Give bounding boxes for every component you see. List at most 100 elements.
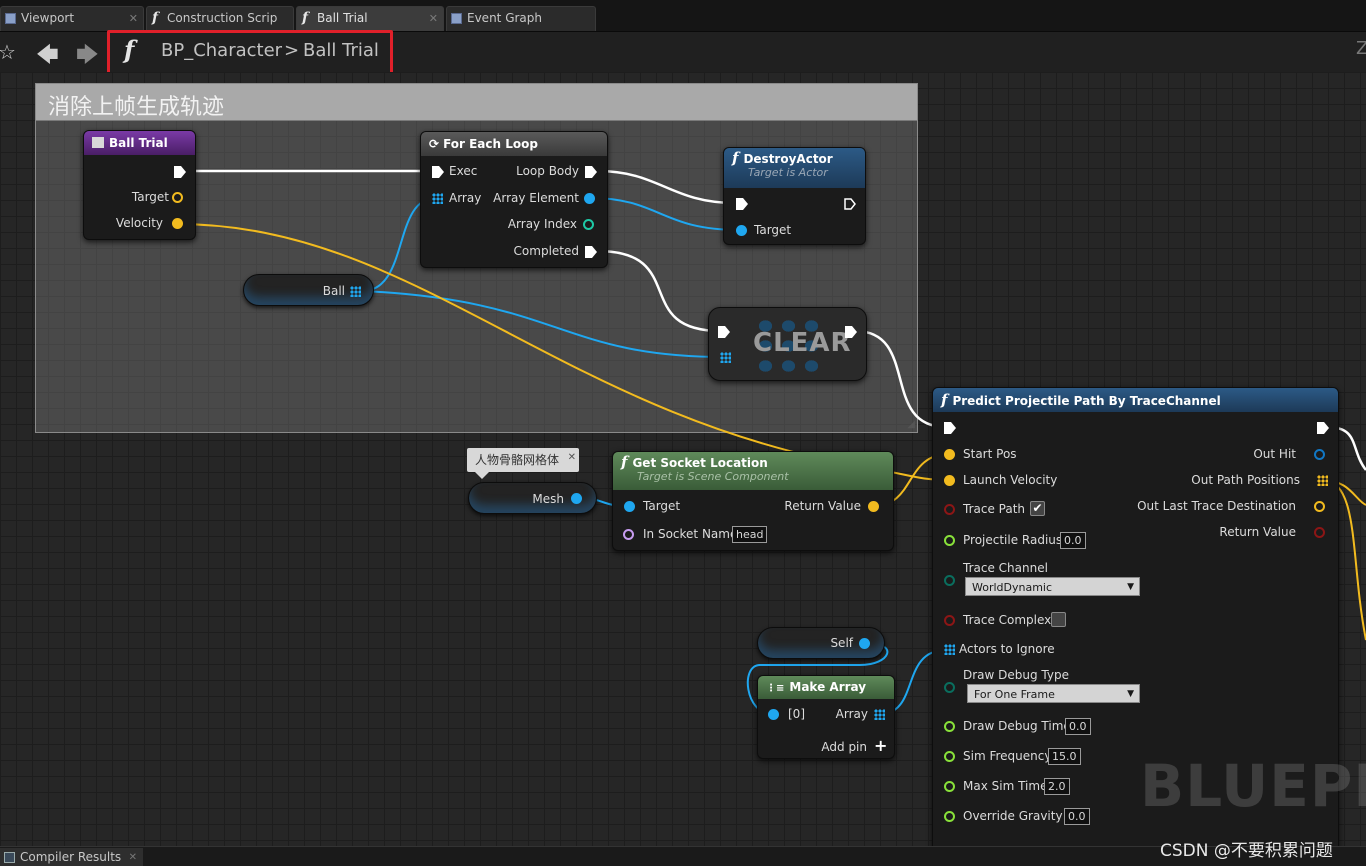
pin-max-sim-time[interactable] — [944, 781, 955, 792]
pin-label-completed: Completed — [513, 244, 579, 258]
draw-debug-type-dropdown[interactable]: For One Frame ▼ — [967, 684, 1140, 703]
sim-frequency-input[interactable]: 15.0 — [1048, 748, 1081, 765]
close-icon[interactable]: ✕ — [129, 7, 138, 30]
node-header[interactable]: ⟳ For Each Loop — [421, 132, 607, 156]
socket-name-input[interactable]: head — [732, 526, 768, 543]
pin-trace-path[interactable] — [944, 504, 955, 515]
exec-completed-pin[interactable] — [585, 246, 597, 258]
node-clear-array[interactable]: CLEAR — [708, 307, 867, 381]
pin-array-element[interactable] — [584, 193, 595, 204]
tab-ball-trial[interactable]: f Ball Trial ✕ — [296, 6, 444, 31]
pin-array-input[interactable] — [432, 193, 443, 204]
pin-return-value[interactable] — [868, 501, 879, 512]
tab-compiler-results[interactable]: Compiler Results ✕ — [0, 848, 143, 866]
node-subtitle: Target is Actor — [748, 166, 828, 179]
pin-target-array[interactable] — [720, 352, 731, 363]
close-icon[interactable]: ✕ — [129, 848, 137, 866]
node-destroy-actor[interactable]: f DestroyActor Target is Actor Target — [723, 147, 866, 245]
exec-input-pin[interactable] — [718, 326, 730, 338]
tab-viewport[interactable]: Viewport ✕ — [0, 6, 144, 31]
pin-target[interactable] — [624, 501, 635, 512]
tab-label: Viewport — [21, 11, 75, 25]
trace-path-checkbox[interactable]: ✔ — [1030, 501, 1045, 516]
add-pin-label[interactable]: Add pin — [821, 740, 867, 754]
pin-in-socket-name[interactable] — [623, 529, 634, 540]
pin-draw-debug-type[interactable] — [944, 682, 955, 693]
document-tab-bar: Viewport ✕ f Construction Scrip f Ball T… — [0, 0, 1366, 32]
draw-debug-time-input[interactable]: 0.0 — [1065, 718, 1091, 735]
pin-array-index[interactable] — [583, 219, 594, 230]
node-make-array[interactable]: ⋮≡ Make Array [0] Array Add pin + — [757, 675, 895, 759]
breadcrumb-function[interactable]: Ball Trial — [303, 40, 379, 61]
pin-label-trace-complex: Trace Complex — [963, 613, 1052, 627]
pin-sim-frequency[interactable] — [944, 751, 955, 762]
exec-input-pin[interactable] — [432, 166, 444, 178]
exec-input-pin[interactable] — [944, 422, 956, 434]
node-ball-trial-entry[interactable]: Ball Trial Target Velocity — [83, 130, 196, 240]
forward-arrow-icon[interactable]: 🡆 — [76, 38, 99, 76]
tab-label: Construction Scrip — [167, 11, 278, 25]
pin-target[interactable] — [172, 192, 183, 203]
resize-handle-icon[interactable]: ◢ — [907, 419, 915, 430]
close-icon[interactable]: ✕ — [429, 7, 438, 30]
node-header[interactable]: f DestroyActor Target is Actor — [724, 148, 865, 188]
pin-target[interactable] — [736, 225, 747, 236]
comment-header[interactable]: 消除上帧生成轨迹 — [36, 84, 917, 121]
pin-velocity[interactable] — [172, 218, 183, 229]
pin-label-projectile-radius: Projectile Radius — [963, 533, 1063, 547]
pin-label-sim-frequency: Sim Frequency — [963, 749, 1052, 763]
pin-trace-channel[interactable] — [944, 575, 955, 586]
pin-override-gravity-z[interactable] — [944, 811, 955, 822]
exec-input-pin[interactable] — [736, 198, 748, 210]
add-pin-icon[interactable]: + — [874, 736, 887, 755]
node-get-socket-location[interactable]: f Get Socket Location Target is Scene Com… — [612, 451, 894, 551]
pin-item-0[interactable] — [768, 709, 779, 720]
exec-output-pin[interactable] — [844, 198, 856, 210]
exec-output-pin[interactable] — [174, 166, 186, 178]
node-header[interactable]: Ball Trial — [84, 131, 195, 155]
pin-trace-complex[interactable] — [944, 615, 955, 626]
trace-channel-dropdown[interactable]: WorldDynamic ▼ — [965, 577, 1140, 596]
pin-out-last-trace-destination[interactable] — [1314, 501, 1325, 512]
pin-actors-to-ignore[interactable] — [944, 644, 955, 655]
back-arrow-icon[interactable]: 🡄 — [36, 38, 59, 76]
tab-construction-script[interactable]: f Construction Scrip — [146, 6, 294, 31]
function-entry-icon — [92, 137, 104, 148]
close-icon[interactable]: ✕ — [568, 446, 576, 470]
node-title: Ball Trial — [109, 136, 168, 150]
node-self-reference[interactable]: Self — [757, 627, 885, 659]
max-sim-time-input[interactable]: 2.0 — [1044, 778, 1070, 795]
pin-array-output[interactable] — [874, 709, 885, 720]
node-mesh-variable[interactable]: Mesh — [468, 482, 597, 514]
pin-label-exec: Exec — [449, 164, 478, 178]
favorite-star-icon[interactable]: ☆ — [0, 40, 16, 64]
tab-event-graph[interactable]: Event Graph — [446, 6, 596, 31]
tab-label: Ball Trial — [317, 11, 368, 25]
override-gravity-z-input[interactable]: 0.0 — [1064, 808, 1090, 825]
node-header[interactable]: ⋮≡ Make Array — [758, 676, 894, 699]
pin-draw-debug-time[interactable] — [944, 721, 955, 732]
exec-output-pin[interactable] — [1317, 422, 1329, 434]
pin-projectile-radius[interactable] — [944, 535, 955, 546]
pin-label-array-element: Array Element — [493, 191, 579, 205]
exec-output-pin[interactable] — [845, 326, 857, 338]
projectile-radius-input[interactable]: 0.0 — [1060, 532, 1086, 549]
node-for-each-loop[interactable]: ⟳ For Each Loop Exec Array Loop Body Arra… — [420, 131, 608, 268]
pin-start-pos[interactable] — [944, 449, 955, 460]
pin-return-value[interactable] — [1314, 527, 1325, 538]
pin-launch-velocity[interactable] — [944, 475, 955, 486]
breadcrumb-blueprint[interactable]: BP_Character — [161, 40, 282, 61]
pin-self[interactable] — [859, 638, 870, 649]
pin-out-path-positions[interactable] — [1317, 475, 1328, 486]
pin-out-hit[interactable] — [1314, 449, 1325, 460]
node-ball-variable[interactable]: Ball — [243, 274, 374, 306]
trace-complex-checkbox[interactable] — [1051, 612, 1066, 627]
node-header[interactable]: f Get Socket Location Target is Scene Com… — [613, 452, 893, 490]
pin-mesh[interactable] — [571, 493, 582, 504]
exec-loop-body-pin[interactable] — [585, 166, 597, 178]
blueprint-editor: Viewport ✕ f Construction Scrip f Ball T… — [0, 0, 1366, 866]
pin-label-return-value: Return Value — [784, 499, 861, 513]
pin-ball-array[interactable] — [350, 286, 361, 297]
node-title: Make Array — [789, 680, 867, 694]
node-header[interactable]: f Predict Projectile Path By TraceChannel — [933, 388, 1338, 412]
